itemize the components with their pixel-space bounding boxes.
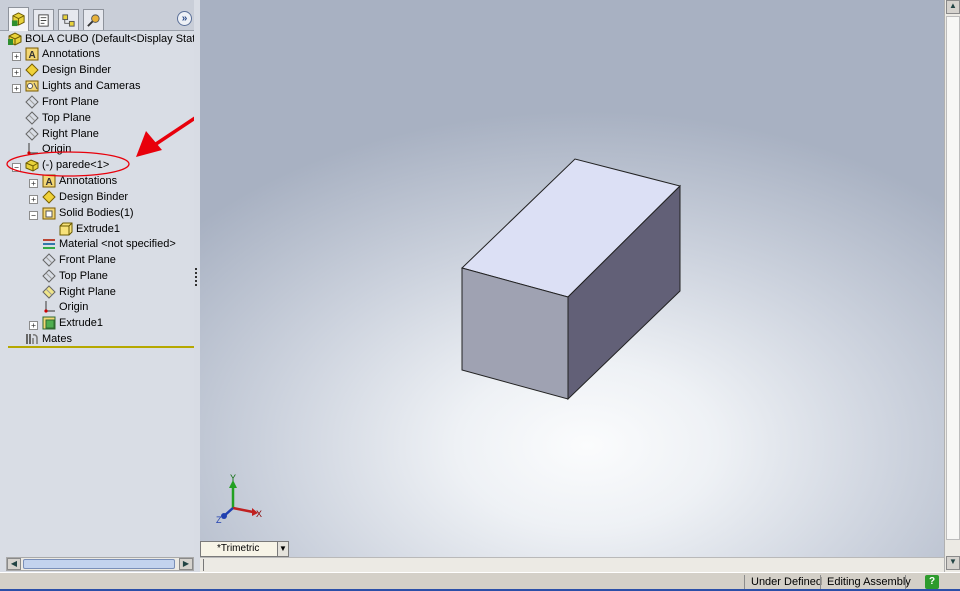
featuremanager-tab-icon (11, 12, 25, 27)
plane-icon (25, 95, 39, 109)
tree-item-part-design-binder[interactable]: Design Binder (42, 189, 128, 205)
tree-item-solid-body-extrude1[interactable]: Extrude1 (59, 221, 120, 237)
part-icon (25, 158, 39, 172)
view-orientation-dropdown[interactable]: *Trimetric (200, 541, 289, 557)
material-icon (42, 237, 56, 251)
triad-x-label: X (256, 509, 262, 519)
lights-cameras-icon (25, 79, 39, 93)
scroll-left-button[interactable]: ◀ (7, 558, 21, 570)
dropdown-arrow-icon[interactable]: ▼ (277, 541, 289, 557)
solid-body-icon (59, 222, 73, 236)
model-canvas: Y X Z (216, 158, 681, 525)
tab-featuremanager[interactable] (8, 7, 29, 31)
extrude-feature-icon (42, 316, 56, 330)
axis-triad: Y X Z (216, 473, 262, 525)
design-binder-icon (42, 190, 56, 204)
tree-item-part-front-plane[interactable]: Front Plane (42, 252, 116, 268)
annotations-icon: A (42, 174, 56, 188)
scroll-up-button[interactable]: ▲ (946, 0, 960, 14)
graphics-area[interactable]: Y X Z (200, 0, 944, 557)
origin-icon (42, 300, 56, 314)
expand-extrude1-toggle[interactable]: + (29, 321, 38, 330)
configurationmanager-tab-icon (62, 13, 75, 27)
tree-item-part-origin[interactable]: Origin (42, 299, 88, 315)
expand-lights-toggle[interactable]: + (12, 84, 21, 93)
collapse-parede-toggle[interactable]: − (12, 163, 21, 172)
help-icon[interactable]: ? (925, 575, 939, 589)
expand-part-annotations-toggle[interactable]: + (29, 179, 38, 188)
tree-rollback-bar[interactable] (8, 346, 194, 348)
plane-icon (42, 269, 56, 283)
dimxpertmanager-tab-icon (87, 13, 100, 27)
tree-item-origin[interactable]: Origin (25, 141, 71, 157)
tree-item-parede[interactable]: (-) parede<1> (25, 157, 109, 173)
tree-item-part-annotations[interactable]: A Annotations (42, 173, 117, 189)
plane-icon (42, 253, 56, 267)
svg-text:A: A (29, 50, 36, 61)
annotations-icon: A (25, 47, 39, 61)
tree-item-front-plane[interactable]: Front Plane (25, 94, 99, 110)
viewport-vertical-scrollbar[interactable]: ▲ ▼ (944, 0, 960, 572)
horizontal-scroll-indicator (203, 559, 206, 571)
expand-annotations-toggle[interactable]: + (12, 52, 21, 61)
mates-icon (25, 332, 39, 346)
collapse-solid-bodies-toggle[interactable]: − (29, 211, 38, 220)
tree-item-design-binder[interactable]: Design Binder (25, 62, 111, 78)
tree-root-label: BOLA CUBO (Default<Display State-1> (25, 33, 218, 45)
plane-icon (42, 285, 56, 299)
solid-bodies-folder-icon (42, 206, 56, 220)
scroll-right-button[interactable]: ▶ (179, 558, 193, 570)
scroll-down-button[interactable]: ▼ (946, 556, 960, 570)
status-divider (905, 575, 906, 590)
tab-dimxpertmanager[interactable] (83, 9, 104, 30)
expand-panel-button[interactable]: » (177, 11, 192, 26)
status-definition: Under Defined (744, 575, 828, 590)
feature-tree: BOLA CUBO (Default<Display State-1> + A … (0, 31, 218, 347)
plane-icon (25, 111, 39, 125)
expand-part-design-binder-toggle[interactable]: + (29, 195, 38, 204)
plane-icon (25, 127, 39, 141)
tree-item-part-right-plane[interactable]: Right Plane (42, 284, 116, 300)
left-scroll-thumb[interactable] (23, 559, 175, 569)
assembly-icon (8, 32, 22, 46)
origin-icon (25, 142, 39, 156)
triad-x-axis (232, 506, 254, 514)
expand-design-binder-toggle[interactable]: + (12, 68, 21, 77)
splitter-grip-icon[interactable] (195, 268, 198, 286)
tree-item-right-plane[interactable]: Right Plane (25, 126, 99, 142)
tree-item-lights-cameras[interactable]: Lights and Cameras (25, 78, 140, 94)
triad-z-label: Z (216, 515, 222, 525)
tab-configurationmanager[interactable] (58, 9, 79, 30)
tab-propertymanager[interactable] (33, 9, 54, 30)
tree-item-solid-bodies[interactable]: Solid Bodies(1) (42, 205, 134, 221)
manager-tabbar: » (0, 0, 196, 31)
propertymanager-tab-icon (38, 13, 49, 27)
tree-item-annotations[interactable]: A Annotations (25, 46, 100, 62)
left-horizontal-scrollbar[interactable]: ◀ ▶ (6, 557, 194, 571)
triad-z-end (221, 513, 227, 519)
tree-item-mates[interactable]: Mates (25, 331, 72, 347)
tree-item-material[interactable]: Material <not specified> (42, 236, 176, 252)
status-mode: Editing Assembly (820, 575, 917, 590)
feature-manager-panel: » BOLA CUBO (Default<Display State-1> + … (0, 0, 218, 572)
view-bar: *Trimetric ▼ (200, 541, 944, 572)
tree-root[interactable]: BOLA CUBO (Default<Display State-1> (8, 31, 218, 47)
design-binder-icon (25, 63, 39, 77)
tree-item-extrude1[interactable]: Extrude1 (42, 315, 103, 331)
viewport-scroll-thumb[interactable] (946, 16, 960, 540)
tree-item-top-plane[interactable]: Top Plane (25, 110, 91, 126)
svg-text:A: A (46, 177, 53, 188)
tree-item-part-top-plane[interactable]: Top Plane (42, 268, 108, 284)
triad-y-label: Y (230, 473, 236, 483)
